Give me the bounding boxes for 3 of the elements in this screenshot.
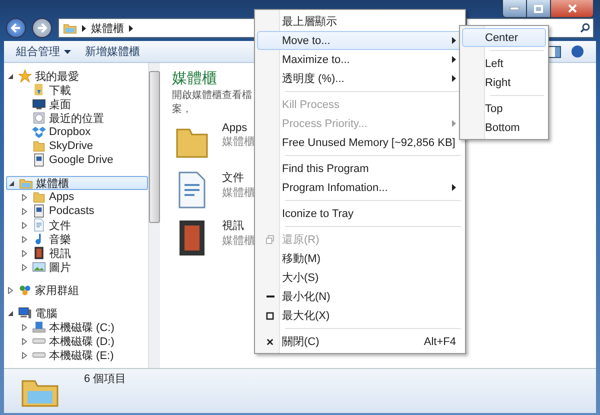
item-count: 6 個項目 <box>84 372 126 386</box>
library-title: 媒體櫃 <box>172 69 217 88</box>
library-description: 開啟媒體櫃查看檔案， <box>172 88 252 116</box>
